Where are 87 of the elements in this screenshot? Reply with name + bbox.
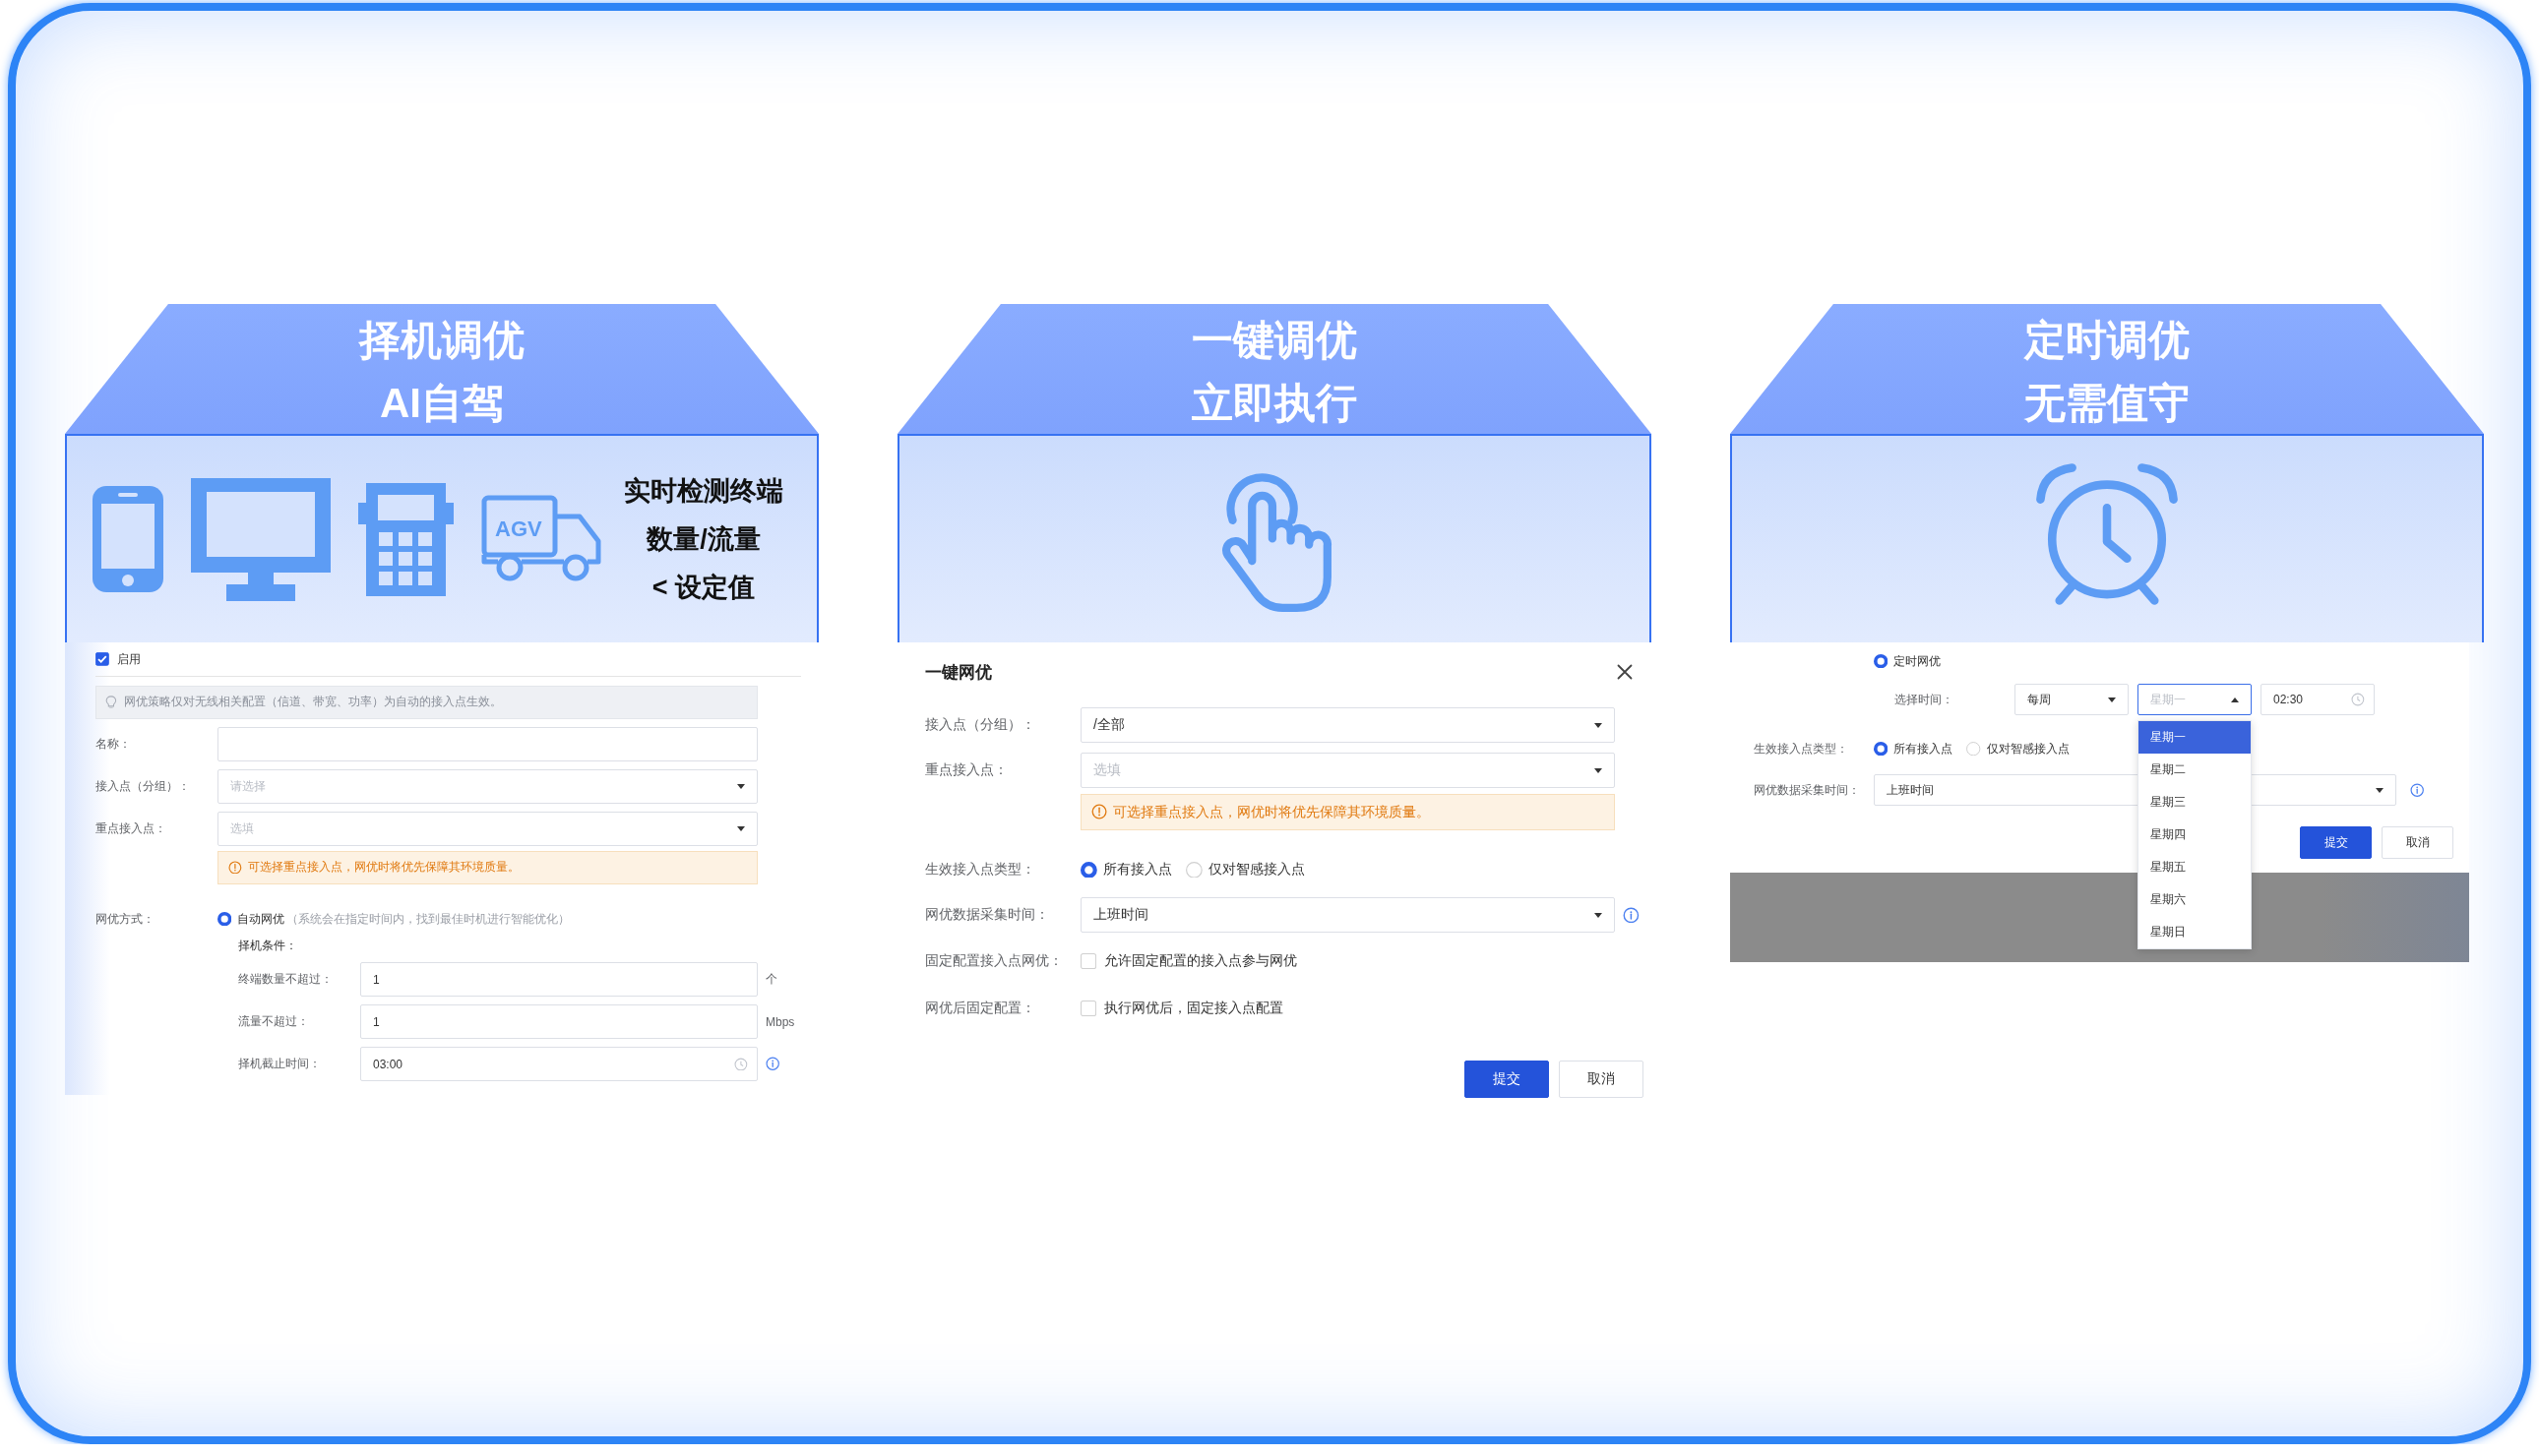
caret-down-icon [1594,912,1602,918]
option-label: 仅对智感接入点 [1986,740,2070,758]
field-label: 接入点（分组）： [925,716,1036,734]
field-label: 生效接入点类型： [925,861,1036,879]
unit-label: Mbps [766,1014,795,1029]
field-label: 名称： [95,736,132,753]
caption-line: 实时检测终端 [624,474,783,508]
caption-line: < 设定值 [651,571,756,604]
field-label: 生效接入点类型： [1754,740,1849,758]
agv-label: AGV [495,516,542,541]
field-label: 网优后固定配置： [925,1000,1036,1017]
radio-button[interactable] [1874,653,1889,669]
field-label: 流量不超过： [238,1013,310,1030]
field-label: 网优数据采集时间： [1754,781,1861,799]
field-label: 重点接入点： [95,820,167,837]
dropdown-option[interactable]: 星期六 [2138,883,2251,916]
caret-down-icon [2108,697,2116,702]
primary-button[interactable]: 提交 [1464,1061,1549,1098]
time-field[interactable]: 03:00 [360,1047,758,1081]
panel-title: 无需值守 [2024,379,2190,428]
checkbox-label: 允许固定配置的接入点参与网优 [1104,952,1298,970]
field-label: 选择时间： [1894,691,1954,708]
field-label: 固定配置接入点网优： [925,952,1064,970]
option-label: 所有接入点 [1893,740,1953,758]
caret-down-icon [737,784,745,789]
option-label: 仅对智感接入点 [1208,861,1305,879]
secondary-button[interactable]: 取消 [2382,826,2453,859]
option-label: 所有接入点 [1102,861,1172,879]
dropdown-option[interactable]: 星期一 [2138,721,2251,754]
field-label: 网优数据采集时间： [925,906,1050,924]
phone-icon [93,486,163,592]
bulb-icon [104,695,118,709]
dialog-title: 一键网优 [925,661,992,684]
truck-icon [481,495,601,581]
field-label: 重点接入点： [925,761,1009,779]
info-icon[interactable] [1623,906,1640,924]
notice-text: 网优策略仅对无线相关配置（信道、带宽、功率）为自动的接入点生效。 [123,694,502,710]
select-field[interactable]: /全部 [1081,707,1615,743]
secondary-button[interactable]: 取消 [1559,1061,1643,1098]
panel-title: 立即执行 [1192,379,1357,428]
input-field[interactable] [217,727,758,761]
field-label: 择机截止时间： [238,1056,322,1072]
close-icon[interactable] [1617,664,1633,680]
input-field[interactable]: 1 [360,962,758,997]
caption-line: 数量/流量 [647,522,761,556]
caret-up-icon [2231,697,2239,702]
monitor-icon [191,477,331,601]
input-field[interactable]: 1 [360,1004,758,1039]
clock-icon [734,1057,748,1071]
radio-button[interactable] [1874,741,1889,757]
select-field[interactable]: 上班时间 [1081,897,1615,933]
field-label: 接入点（分组）： [95,778,191,795]
dropdown-option[interactable]: 星期五 [2138,851,2251,883]
field-label: 网优方式： [95,910,155,928]
caret-down-icon [737,826,745,831]
caret-down-icon [1594,767,1602,773]
option-note: （系统会在指定时间内，找到最佳时机进行智能优化） [286,910,571,928]
time-field[interactable]: 02:30 [2260,684,2375,715]
info-icon[interactable] [766,1057,780,1071]
select-field[interactable]: 每周 [2014,684,2129,715]
unit-label: 个 [766,971,777,988]
calculator-icon [358,482,454,596]
dropdown-option[interactable]: 星期日 [2138,916,2251,948]
option-label: 定时网优 [1893,652,1942,670]
checkbox-label: 执行网优后，固定接入点配置 [1104,1000,1284,1017]
warning-text: 可选择重点接入点，网优时将优先保障其环境质量。 [247,859,520,876]
primary-button[interactable]: 提交 [2300,826,2372,859]
option-label: 自动网优 [237,910,285,928]
panel-title: 一键调优 [1192,316,1357,365]
section-heading: 择机条件： [238,938,297,954]
panel-title: 定时调优 [2024,316,2190,365]
checkbox-label: 启用 [116,650,141,668]
alarm-clock-icon [2034,461,2180,607]
info-icon[interactable] [2410,782,2425,798]
caret-down-icon [2376,787,2384,793]
radio-button[interactable] [1081,861,1097,879]
panel-title: AI自驾 [380,379,504,428]
warning-text: 可选择重点接入点，网优时将优先保障其环境质量。 [1113,803,1431,821]
panel-title: 择机调优 [359,316,525,365]
checkbox[interactable] [95,652,109,666]
field-label: 终端数量不超过： [238,971,334,988]
alert-icon [228,860,242,875]
clock-icon [2351,693,2365,706]
dropdown-option[interactable]: 星期四 [2138,819,2251,851]
alert-icon [1091,804,1108,820]
caret-down-icon [1594,722,1602,728]
radio-button[interactable] [217,911,232,927]
